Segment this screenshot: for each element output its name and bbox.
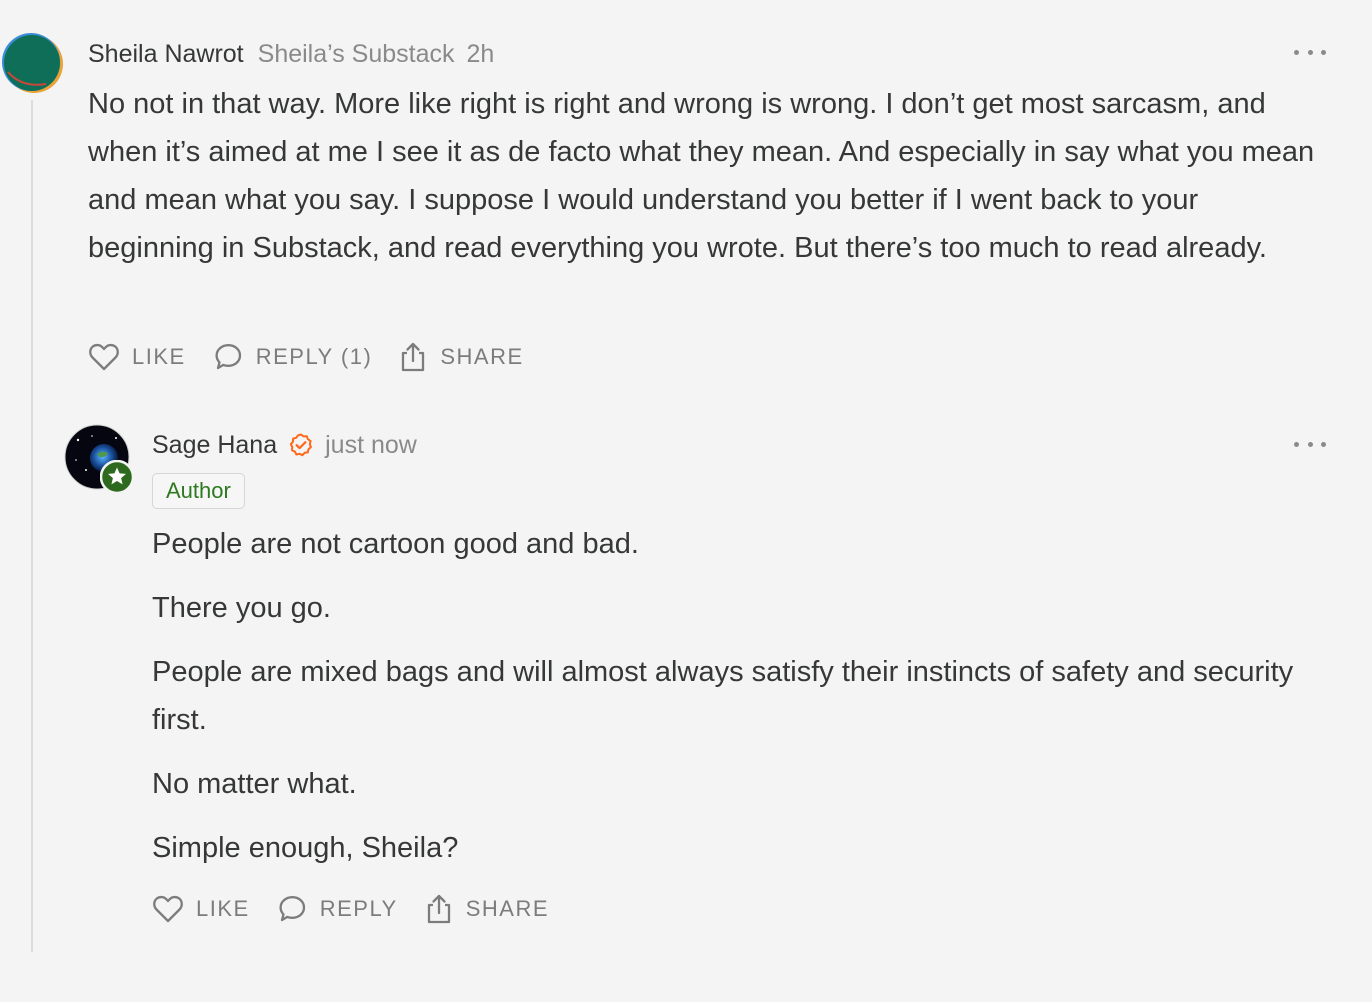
timestamp[interactable]: 2h [467,40,495,69]
comment-paragraph: There you go. [152,592,331,624]
verified-check-icon [289,433,313,457]
comment-body: People are not cartoon good and bad. The… [152,520,1322,888]
comment-actions: LIKE REPLY SHARE [152,890,549,928]
like-button[interactable]: LIKE [88,342,186,372]
more-dots-icon[interactable] [1294,45,1326,59]
share-button[interactable]: SHARE [398,341,523,373]
reply-label: REPLY [319,896,398,921]
reply-button[interactable]: REPLY [276,894,398,924]
like-button[interactable]: LIKE [152,894,250,924]
more-dots-icon[interactable] [1294,437,1326,451]
share-icon [402,342,425,372]
speech-bubble-icon [279,896,305,922]
like-label: LIKE [196,896,250,921]
share-label: SHARE [440,344,524,369]
comment-header: Sage Hana just now [152,427,417,463]
publication-name[interactable]: Sheila’s Substack [258,40,455,69]
comment-paragraph: People are not cartoon good and bad. [152,528,639,560]
timestamp[interactable]: just now [325,431,417,460]
comment-body: No not in that way. More like right is r… [88,88,1315,264]
heart-icon [89,343,119,371]
reply-label: REPLY (1) [255,344,373,369]
author-name[interactable]: Sage Hana [152,431,277,460]
like-label: LIKE [132,344,186,369]
thread-line [31,100,33,952]
reply-button[interactable]: REPLY (1) [212,342,373,372]
comment-actions: LIKE REPLY (1) SHARE [88,338,524,376]
comment-paragraph: People are mixed bags and will almost al… [152,656,1294,736]
share-label: SHARE [465,896,550,921]
share-button[interactable]: SHARE [424,893,549,925]
speech-bubble-icon [215,344,241,370]
author-name[interactable]: Sheila Nawrot [88,40,244,69]
heart-icon [153,895,183,923]
comment-paragraph: Simple enough, Sheila? [152,832,459,864]
comment-paragraph: No matter what. [152,768,357,800]
share-icon [427,894,450,924]
author-badge: Author [152,473,245,509]
comment-header: Sheila Nawrot Sheila’s Substack 2h [88,36,494,72]
star-badge-icon [99,459,135,495]
avatar[interactable] [2,32,64,94]
